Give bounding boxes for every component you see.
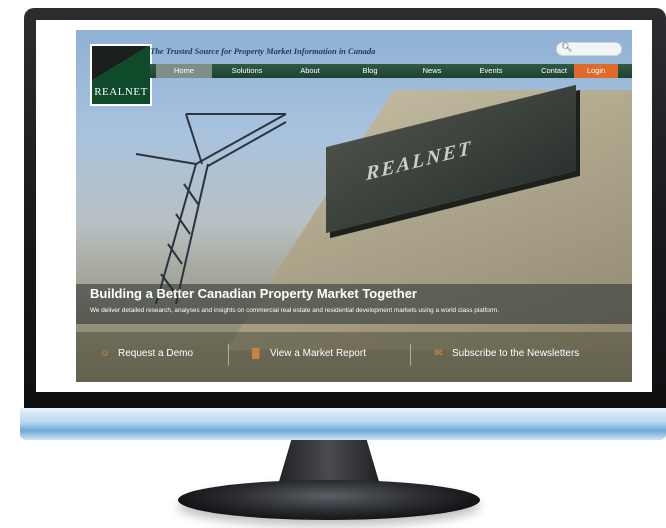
subscribe-newsletter-button[interactable]: ✉ Subscribe to the Newsletters xyxy=(434,346,579,362)
monitor-chin xyxy=(20,408,666,440)
people-icon: ☺ xyxy=(100,348,111,359)
nav-events[interactable]: Events xyxy=(462,64,520,78)
tagline: The Trusted Source for Property Market I… xyxy=(150,46,376,56)
cta-divider xyxy=(228,344,229,366)
login-button[interactable]: Login xyxy=(574,64,618,78)
search-icon[interactable]: 🔍︎ xyxy=(561,42,572,53)
nav-home[interactable]: Home xyxy=(156,64,212,78)
search-input[interactable]: 🔍︎ xyxy=(556,42,622,56)
subscribe-newsletter-label: Subscribe to the Newsletters xyxy=(452,348,580,359)
logo-mark xyxy=(92,46,148,80)
nav-blog[interactable]: Blog xyxy=(342,64,398,78)
building-sign-text: REALNET xyxy=(366,136,473,186)
cta-divider xyxy=(410,344,411,366)
nav-about[interactable]: About xyxy=(282,64,338,78)
crane-image xyxy=(135,113,287,304)
monitor-base xyxy=(178,480,480,520)
request-demo-label: Request a Demo xyxy=(118,348,194,359)
market-report-button[interactable]: ▓ View a Market Report xyxy=(252,346,366,362)
request-demo-button[interactable]: ☺ Request a Demo xyxy=(100,346,193,362)
nav-solutions[interactable]: Solutions xyxy=(218,64,276,78)
bar-chart-icon: ▓ xyxy=(252,348,260,359)
logo-text: REALNET xyxy=(94,86,148,98)
nav-news[interactable]: News xyxy=(404,64,460,78)
market-report-label: View a Market Report xyxy=(270,348,366,359)
main-nav: Home Solutions About Blog News Events Co… xyxy=(150,64,632,78)
realnet-logo[interactable]: REALNET xyxy=(90,44,152,106)
hero-title: Building a Better Canadian Property Mark… xyxy=(90,286,417,301)
newsletter-icon: ✉ xyxy=(434,348,443,359)
hero-subtitle: We deliver detailed research, analyses a… xyxy=(90,307,500,314)
website: REALNET REALNET The Trusted Source for P… xyxy=(76,30,632,382)
